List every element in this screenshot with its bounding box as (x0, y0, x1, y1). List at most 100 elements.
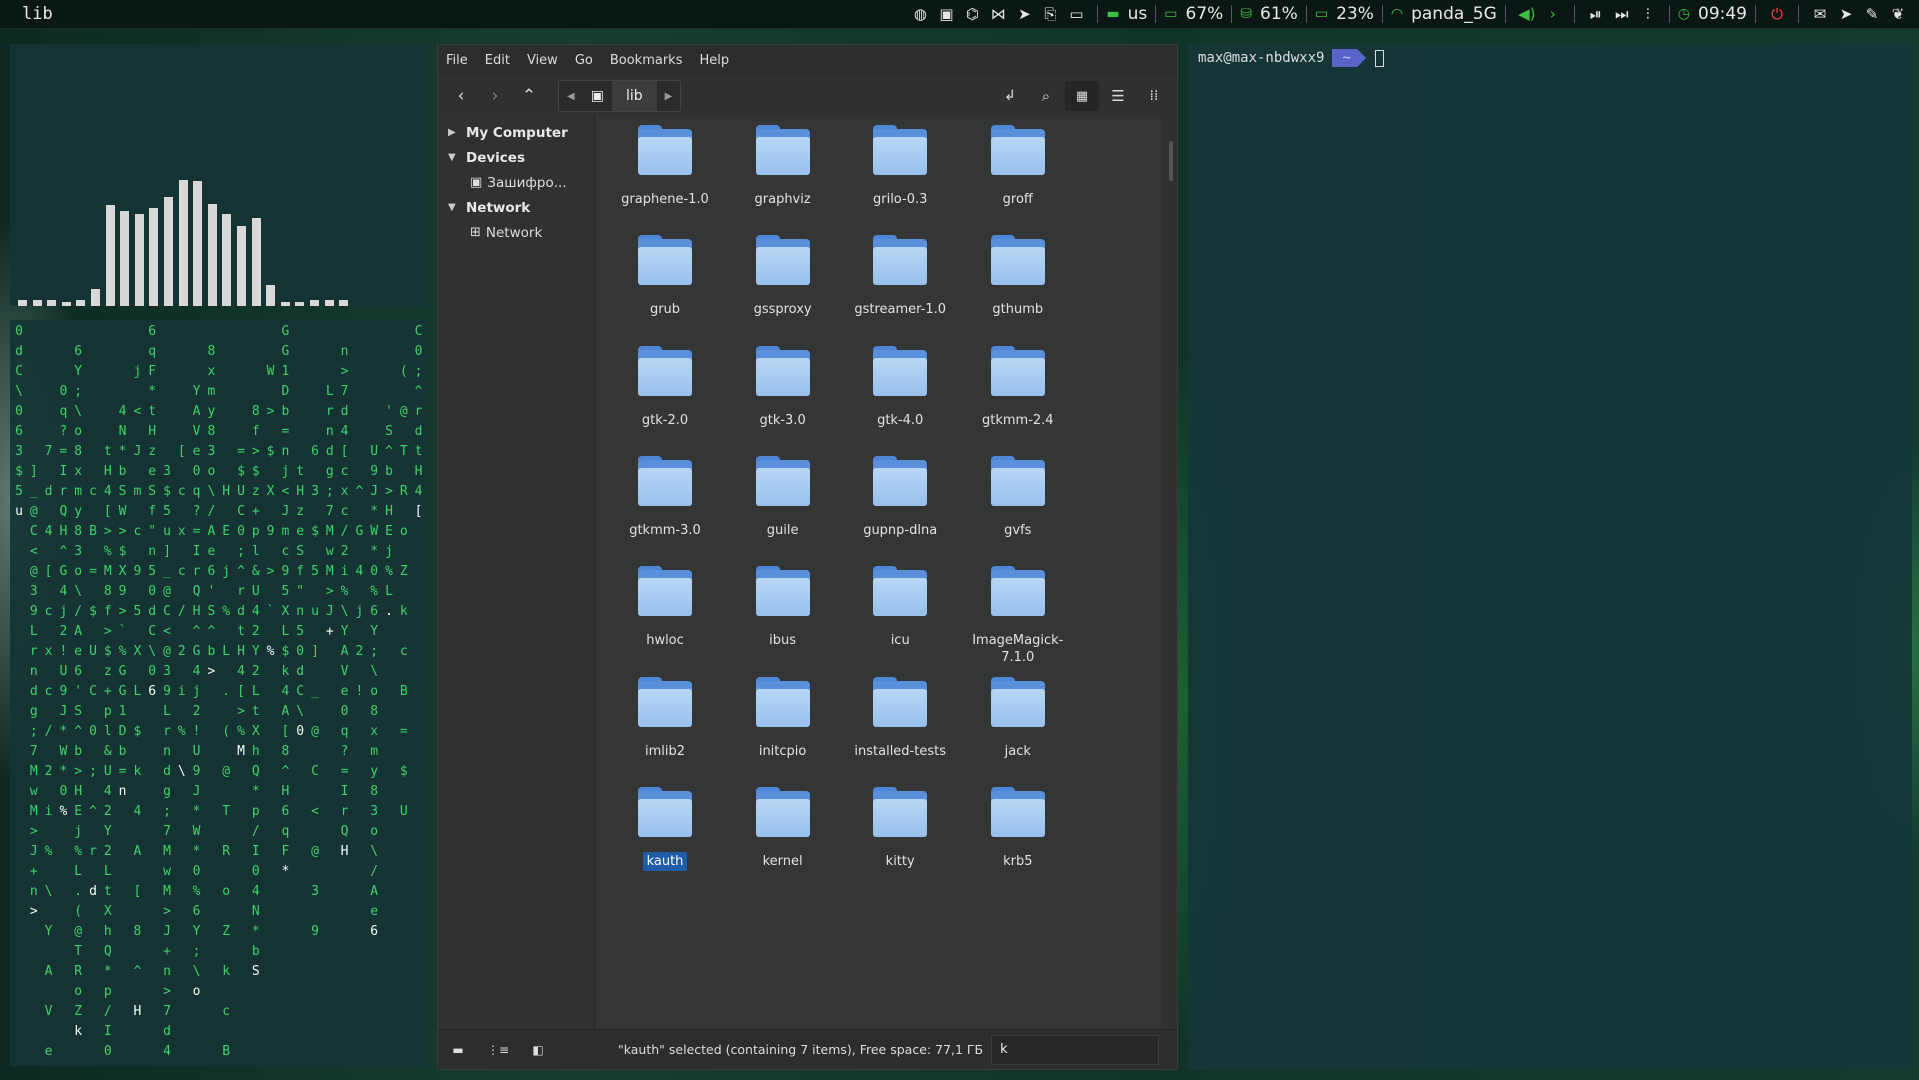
power-icon[interactable]: ⏻ (1764, 3, 1790, 25)
telegram-tray-icon[interactable]: ➤ (1833, 3, 1859, 25)
visualizer-bar (32, 300, 42, 306)
menu-bookmarks[interactable]: Bookmarks (610, 53, 683, 68)
file-manager-window: File Edit View Go Bookmarks Help ‹ › ⌃ ◀… (437, 44, 1178, 1070)
matrix-column: Lr n d g; 7 Mw M > J + (325, 384, 334, 639)
icon-view-button[interactable]: ▦ (1065, 81, 1099, 111)
matrix-column: = $ U C 0; ^ r d t H 4[>% M (237, 444, 245, 759)
folder-icon (638, 786, 692, 837)
folder-icon (873, 566, 928, 617)
quick-search-input[interactable]: k (991, 1034, 1160, 1065)
collapse-arrow-icon: ▼ (448, 202, 456, 213)
show-treeview-button[interactable]: ⋮≡ (478, 1035, 518, 1065)
equalizer-icon[interactable]: ⫶ (1635, 3, 1661, 25)
folder-icon (873, 125, 928, 175)
path-scroll-right-button[interactable]: ▶ (657, 81, 681, 111)
disk-label: 61% (1260, 4, 1298, 24)
matrix-column: H E j % L . ( @ T R o Z k c B (222, 484, 231, 1059)
matrix-column: ^ G 4 j 2 ! (355, 484, 364, 699)
visualizer-bar (149, 208, 159, 306)
play-pause-icon[interactable]: ⏯ (1583, 3, 1609, 25)
visualizer-bar (105, 205, 115, 306)
folder-label: gtk-4.0 (877, 412, 924, 428)
matrix-column: 3 $5 u] _ @ C < @3 9 Lr n d g; 7 Mw M > J + n >7 d 4 (163, 464, 171, 1059)
up-button[interactable]: ⌃ (512, 81, 546, 111)
folder-item[interactable]: krb5 (968, 786, 1068, 917)
folder-icon (638, 455, 692, 506)
sidebar-section-my-computer[interactable]: ▶ My Computer (438, 120, 594, 145)
menu-view[interactable]: View (527, 53, 558, 68)
folder-icon (873, 345, 928, 396)
folder-icon (990, 566, 1045, 617)
visualizer-bar (134, 213, 144, 306)
matrix-column: 6 Y; \ o 8 x m y 8 3 o \ / Ae 6 ' S ^ b > H Ej% L.(@ T Ro Zk (74, 344, 83, 1039)
folder-item[interactable]: kitty (850, 786, 950, 917)
sidebar-item-label: Зашифро... (487, 174, 567, 191)
display-icon[interactable]: ▭ (1063, 3, 1089, 25)
separator (1381, 5, 1383, 23)
show-places-button[interactable]: ▬ (438, 1035, 478, 1065)
terminal-window[interactable]: max@max-nbdwxx9 ~ (1188, 44, 1912, 1070)
menu-file[interactable]: File (446, 53, 468, 68)
forward-button[interactable]: › (478, 81, 512, 111)
drive-icon[interactable]: ▣ (583, 81, 612, 111)
volume-icon[interactable]: ◀) (1514, 3, 1540, 25)
visualizer-bar (193, 181, 203, 306)
folder-icon (990, 676, 1045, 727)
sidebar-section-devices[interactable]: ▼ Devices (438, 145, 594, 170)
matrix-column: ' S ^ b > H Ej% L. (385, 404, 393, 619)
sidebar-item-encrypted-drive[interactable]: ▣ Зашифро... (438, 170, 594, 195)
telegram-icon[interactable]: ➤ (1011, 3, 1037, 25)
feather-icon[interactable]: ✎ (1859, 3, 1885, 25)
sidebar-section-network[interactable]: ▼ Network (438, 195, 594, 220)
folder-label: gstreamer-1.0 (854, 302, 947, 318)
next-track-icon[interactable]: ⏭ (1609, 3, 1635, 25)
keyboard-icon: ▬ (1106, 6, 1120, 22)
path-scroll-left-button[interactable]: ◀ (559, 81, 583, 111)
back-button[interactable]: ‹ (444, 81, 478, 111)
sidebar-section-label: Devices (466, 149, 525, 166)
search-icon[interactable]: ⌕ (1029, 81, 1063, 111)
vscode-icon[interactable]: ⋈ (985, 3, 1011, 25)
folder-label: kauth (615, 851, 715, 871)
hide-sidebar-button[interactable]: ◧ (518, 1035, 558, 1065)
disk-indicator: ⛁ 61% (1240, 4, 1298, 24)
wifi-indicator[interactable]: ◠ panda_5G (1391, 4, 1497, 24)
matrix-column: ] _ @ C < @3 9 Lr n d g; 7 Mw M > J + n > (29, 464, 38, 919)
compact-view-button[interactable]: ⁞⁞ (1137, 81, 1171, 111)
folder-label: guile (766, 522, 799, 538)
visualizer-bar (222, 213, 232, 306)
folder-icon (638, 235, 692, 286)
toggle-location-entry-icon[interactable]: ↲ (993, 81, 1027, 111)
visualizer-bar (207, 203, 217, 306)
folder-icon (638, 345, 692, 396)
keyboard-layout[interactable]: ▬ us (1106, 4, 1147, 24)
folder-icon (638, 566, 692, 617)
scrollbar[interactable] (1169, 141, 1173, 181)
remote-icon[interactable]: ⎘ (1037, 3, 1063, 25)
matrix-column: C 0; ^ r d t H 4[ (414, 324, 423, 519)
folder-item[interactable]: kauth (615, 786, 715, 917)
folder-label: gtk-2.0 (641, 412, 689, 428)
opera-icon[interactable]: ◍ (907, 3, 933, 25)
menu-help[interactable]: Help (699, 53, 729, 68)
visualizer-bar (324, 300, 334, 306)
list-view-button[interactable]: ☰ (1101, 81, 1135, 111)
folder-icon (990, 345, 1045, 396)
mail-icon[interactable]: ✉ (1807, 3, 1833, 25)
folder-icon (755, 455, 810, 506)
folder-icon (990, 235, 1045, 286)
terminal-icon[interactable]: ▣ (933, 3, 959, 25)
menu-edit[interactable]: Edit (485, 53, 510, 68)
visualizer-bar (310, 300, 319, 306)
matrix-column: U 9 J * W * 0% 6 Y; \ o 8 x m y 8 3 o \ / Ae 6 (370, 444, 379, 939)
gamepad-icon[interactable]: ⌬ (959, 3, 985, 25)
leaf-icon[interactable]: ❦ (1885, 3, 1911, 25)
visualizer-bar (76, 300, 86, 306)
menu-go[interactable]: Go (575, 53, 593, 68)
folder-icon (990, 786, 1045, 837)
sidebar-item-network[interactable]: ⊞ Network (438, 220, 594, 245)
folder-label: kitty (885, 853, 915, 869)
folder-item[interactable]: kernel (733, 786, 833, 917)
path-segment-current[interactable]: lib (611, 81, 657, 111)
chevron-right-icon[interactable]: › (1540, 3, 1566, 25)
